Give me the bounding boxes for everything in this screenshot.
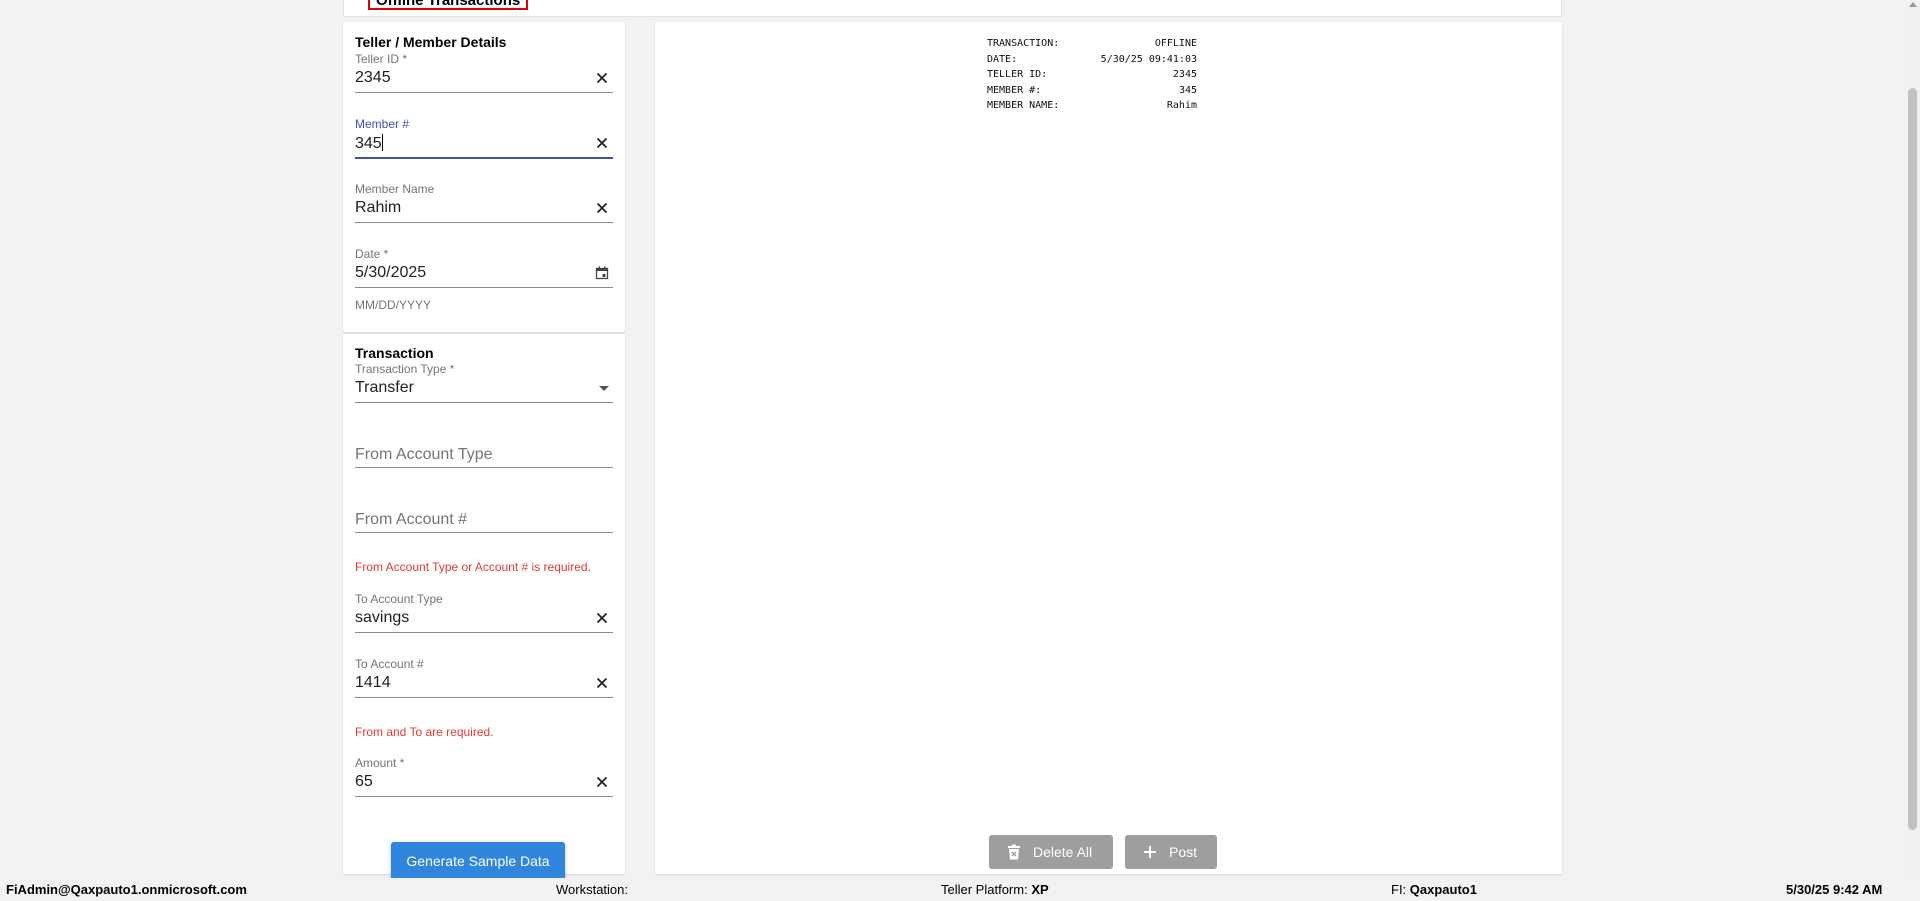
from-account-error: From Account Type or Account # is requir… bbox=[355, 560, 591, 574]
to-account-type-field[interactable]: To Account Type savings bbox=[355, 592, 613, 636]
status-bar: FiAdmin@Qaxpauto1.onmicrosoft.com Workst… bbox=[0, 878, 1920, 901]
clear-icon[interactable] bbox=[595, 136, 609, 150]
receipt-value: 2345 bbox=[1172, 69, 1197, 81]
receipt-key: DATE: bbox=[987, 53, 1018, 65]
plus-icon bbox=[1144, 846, 1156, 858]
scrollbar-thumb[interactable] bbox=[1908, 88, 1917, 830]
clear-icon[interactable] bbox=[595, 611, 609, 625]
vertical-scrollbar[interactable] bbox=[1905, 0, 1920, 878]
text-cursor bbox=[381, 134, 383, 151]
receipt-row: MEMBER NAME: Rahim bbox=[987, 98, 1197, 114]
clear-icon[interactable] bbox=[595, 201, 609, 215]
underline bbox=[355, 532, 613, 533]
receipt-row: TRANSACTION: OFFLINE bbox=[987, 36, 1197, 52]
status-workstation-label: Workstation: bbox=[556, 882, 629, 897]
page-header: Offline Transactions bbox=[343, 0, 1562, 17]
receipt-key: TRANSACTION: bbox=[987, 38, 1060, 49]
status-workstation: Workstation: bbox=[556, 882, 628, 897]
amount-value[interactable]: 65 bbox=[355, 773, 373, 791]
to-account-number-label: To Account # bbox=[355, 657, 424, 671]
member-name-value[interactable]: Rahim bbox=[355, 199, 401, 217]
teller-id-field[interactable]: Teller ID * 2345 bbox=[355, 52, 613, 96]
member-number-value: 345 bbox=[355, 135, 382, 152]
receipt: TRANSACTION: OFFLINE DATE: 5/30/25 09:41:0… bbox=[987, 36, 1197, 114]
teller-member-card: Teller / Member Details Teller ID * 2345… bbox=[343, 22, 625, 332]
from-account-number-placeholder[interactable]: From Account # bbox=[355, 511, 467, 529]
to-account-error: From and To are required. bbox=[355, 725, 494, 739]
underline bbox=[355, 92, 613, 93]
receipt-value: OFFLINE bbox=[1154, 38, 1197, 49]
receipt-value: 345 bbox=[1178, 84, 1197, 96]
underline bbox=[355, 467, 613, 468]
member-name-field[interactable]: Member Name Rahim bbox=[355, 182, 613, 226]
amount-label: Amount * bbox=[355, 756, 405, 770]
status-datetime: 5/30/25 9:42 AM bbox=[1786, 882, 1882, 897]
status-fi: FI: Qaxpauto1 bbox=[1391, 882, 1477, 897]
status-platform-value: XP bbox=[1031, 882, 1049, 897]
underline bbox=[355, 796, 613, 797]
amount-field[interactable]: Amount * 65 bbox=[355, 756, 613, 800]
from-account-type-placeholder[interactable]: From Account Type bbox=[355, 446, 493, 464]
delete-all-label: Delete All bbox=[1033, 844, 1093, 860]
receipt-value: Rahim bbox=[1166, 100, 1197, 112]
underline bbox=[355, 157, 613, 159]
status-fi-label: FI: bbox=[1391, 882, 1407, 897]
status-fi-value: Qaxpauto1 bbox=[1409, 882, 1477, 897]
generate-sample-data-button[interactable]: Generate Sample Data bbox=[391, 842, 565, 880]
dropdown-arrow-icon[interactable] bbox=[599, 386, 609, 391]
transaction-type-select[interactable]: Transaction Type * Transfer bbox=[355, 362, 613, 406]
teller-id-value[interactable]: 2345 bbox=[355, 69, 391, 87]
page-title: Offline Transactions bbox=[368, 0, 529, 10]
underline bbox=[355, 632, 613, 633]
to-account-number-field[interactable]: To Account # 1414 bbox=[355, 657, 613, 701]
receipt-key: MEMBER #: bbox=[987, 84, 1042, 96]
receipt-row: MEMBER #: 345 bbox=[987, 83, 1197, 99]
date-helper-text: MM/DD/YYYY bbox=[355, 298, 432, 312]
delete-all-button[interactable]: Delete All bbox=[989, 835, 1113, 869]
to-account-type-value[interactable]: savings bbox=[355, 609, 409, 627]
member-number-label: Member # bbox=[355, 117, 410, 131]
from-account-type-field[interactable]: From Account Type bbox=[355, 427, 613, 471]
receipt-key: TELLER ID: bbox=[987, 69, 1048, 81]
underline bbox=[355, 222, 613, 223]
receipt-key: MEMBER NAME: bbox=[987, 100, 1060, 112]
status-user: FiAdmin@Qaxpauto1.onmicrosoft.com bbox=[6, 882, 247, 897]
to-account-type-label: To Account Type bbox=[355, 592, 443, 606]
teller-id-label: Teller ID * bbox=[355, 52, 408, 66]
post-button[interactable]: Post bbox=[1125, 835, 1217, 869]
member-number-field[interactable]: Member # 345 bbox=[355, 117, 613, 161]
receipt-value: 5/30/25 09:41:03 bbox=[1100, 53, 1197, 65]
date-label: Date * bbox=[355, 247, 389, 261]
status-datetime-value: 5/30/25 9:42 AM bbox=[1786, 882, 1883, 897]
to-account-number-value[interactable]: 1414 bbox=[355, 674, 391, 692]
receipt-row: DATE: 5/30/25 09:41:03 bbox=[987, 52, 1197, 68]
underline bbox=[355, 697, 613, 698]
from-account-number-field[interactable]: From Account # bbox=[355, 492, 613, 536]
underline bbox=[355, 287, 613, 288]
status-platform: Teller Platform: XP bbox=[941, 882, 1049, 897]
clear-icon[interactable] bbox=[595, 71, 609, 85]
receipt-preview-panel: TRANSACTION: OFFLINE DATE: 5/30/25 09:41:0… bbox=[655, 22, 1562, 874]
transaction-heading: Transaction bbox=[355, 345, 434, 361]
transaction-card: Transaction Transaction Type * Transfer … bbox=[343, 334, 625, 880]
post-label: Post bbox=[1169, 844, 1198, 860]
scroll-up-arrow-icon[interactable] bbox=[1909, 2, 1917, 7]
underline bbox=[355, 402, 613, 403]
clear-icon[interactable] bbox=[595, 775, 609, 789]
member-name-label: Member Name bbox=[355, 182, 435, 196]
date-field[interactable]: Date * 5/30/2025 bbox=[355, 247, 613, 291]
transaction-type-label: Transaction Type * bbox=[355, 362, 455, 376]
member-number-input[interactable]: 345 bbox=[355, 134, 383, 153]
status-platform-label: Teller Platform: bbox=[941, 882, 1028, 897]
receipt-row: TELLER ID: 2345 bbox=[987, 67, 1197, 83]
trash-icon bbox=[1008, 844, 1020, 860]
date-value[interactable]: 5/30/2025 bbox=[355, 264, 426, 282]
teller-member-heading: Teller / Member Details bbox=[355, 34, 507, 50]
calendar-icon[interactable] bbox=[595, 266, 609, 280]
clear-icon[interactable] bbox=[595, 676, 609, 690]
status-user-value: FiAdmin@Qaxpauto1.onmicrosoft.com bbox=[6, 882, 247, 897]
transaction-type-value[interactable]: Transfer bbox=[355, 379, 414, 397]
